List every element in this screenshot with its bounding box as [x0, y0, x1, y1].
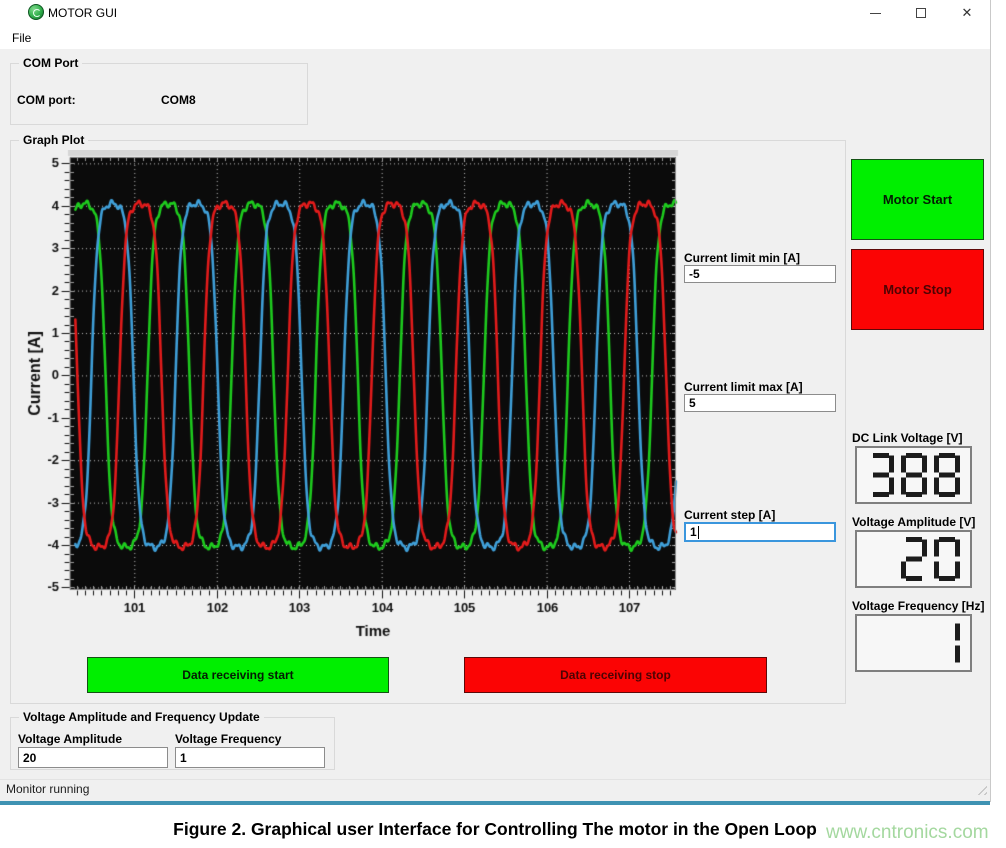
dc-link-voltage-label: DC Link Voltage [V]: [852, 431, 962, 445]
menu-file[interactable]: File: [8, 30, 35, 46]
maximize-button[interactable]: [898, 0, 944, 26]
voltage-frequency-value: 1: [180, 751, 187, 765]
current-step-label: Current step [A]: [684, 508, 775, 522]
current-limit-max-value: 5: [689, 396, 696, 410]
motor-stop-button[interactable]: Motor Stop: [851, 249, 984, 330]
seven-segment-digit: [901, 453, 927, 497]
voltage-amplitude-display: [855, 530, 972, 588]
seven-segment-digit: [934, 453, 960, 497]
window-bottom-edge: [0, 801, 990, 805]
window-title: MOTOR GUI: [48, 6, 117, 20]
voltage-frequency-display-label: Voltage Frequency [Hz]: [852, 599, 984, 613]
voltage-frequency-input[interactable]: 1: [175, 747, 325, 768]
current-limit-min-value: -5: [689, 267, 700, 281]
motor-start-button[interactable]: Motor Start: [851, 159, 984, 240]
com-port-value: COM8: [161, 93, 196, 107]
caption-area: www.cntronics.com Figure 2. Graphical us…: [0, 815, 990, 848]
current-step-input[interactable]: 1: [684, 522, 836, 542]
current-limit-min-input[interactable]: -5: [684, 265, 836, 283]
com-port-label: COM port:: [17, 93, 76, 107]
com-port-group: COM Port COM port: COM8: [10, 63, 308, 125]
seven-segment-digit: [934, 621, 960, 665]
close-icon: ✕: [962, 5, 973, 21]
minimize-icon: [870, 13, 881, 14]
minimize-button[interactable]: [852, 0, 898, 26]
waveform-plot: [14, 150, 690, 647]
app-window: MOTOR GUI ✕ File COM Port COM port: COM8…: [0, 0, 990, 801]
status-text: Monitor running: [6, 782, 89, 796]
current-limit-max-label: Current limit max [A]: [684, 380, 803, 394]
app-icon: [28, 4, 44, 20]
voltage-frequency-display: [855, 614, 972, 672]
voltage-update-legend: Voltage Amplitude and Frequency Update: [19, 710, 264, 724]
status-bar: Monitor running: [0, 779, 990, 797]
close-button[interactable]: ✕: [944, 0, 990, 26]
seven-segment-digit: [934, 537, 960, 581]
seven-segment-digit: [868, 453, 894, 497]
current-step-value: 1: [690, 525, 697, 539]
voltage-amplitude-input[interactable]: 20: [18, 747, 168, 768]
voltage-update-group: Voltage Amplitude and Frequency Update V…: [10, 717, 335, 770]
current-limit-max-input[interactable]: 5: [684, 394, 836, 412]
voltage-amplitude-display-label: Voltage Amplitude [V]: [852, 515, 975, 529]
title-bar: MOTOR GUI ✕: [0, 0, 990, 26]
menu-bar: File: [0, 26, 990, 49]
current-limit-min-label: Current limit min [A]: [684, 251, 800, 265]
seven-segment-digit: [901, 537, 927, 581]
data-receiving-start-button[interactable]: Data receiving start: [87, 657, 389, 693]
voltage-amplitude-value: 20: [23, 751, 36, 765]
text-cursor: [698, 526, 699, 539]
dc-link-voltage-display: [855, 446, 972, 504]
data-receiving-stop-button[interactable]: Data receiving stop: [464, 657, 767, 693]
voltage-frequency-field-label: Voltage Frequency: [175, 732, 281, 746]
com-port-legend: COM Port: [19, 56, 82, 70]
figure-caption: Figure 2. Graphical user Interface for C…: [0, 819, 990, 840]
maximize-icon: [916, 8, 926, 18]
resize-grip-icon[interactable]: [974, 782, 987, 795]
graph-plot-legend: Graph Plot: [19, 133, 88, 147]
voltage-amplitude-field-label: Voltage Amplitude: [18, 732, 122, 746]
